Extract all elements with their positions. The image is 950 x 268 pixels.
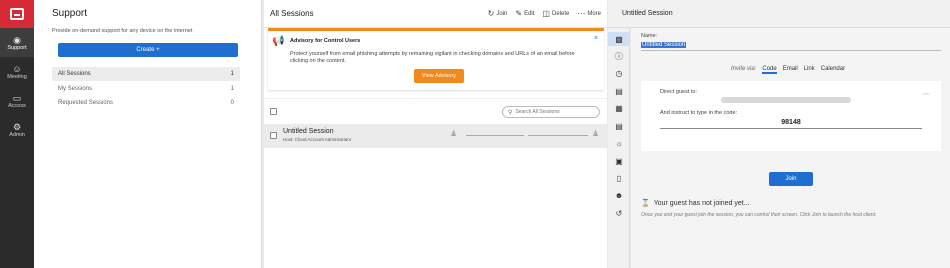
nav-all-sessions[interactable]: All Sessions 1 (52, 67, 240, 81)
headset-icon: ◉ (13, 34, 21, 45)
more-icon[interactable]: ⋯ (923, 91, 929, 98)
session-host: Host: Cloud Account Administrator (283, 137, 352, 142)
monitor-icon: ▭ (12, 92, 22, 103)
guest-status-hint: Once you and your guest join the session… (641, 212, 877, 218)
view-advisory-button[interactable]: View Advisory (414, 69, 464, 83)
tab-code[interactable]: Code (762, 66, 777, 74)
chat-icon[interactable]: ▤ (608, 84, 630, 98)
close-icon[interactable]: × (594, 35, 598, 42)
users-icon[interactable]: ☻ (608, 188, 630, 202)
tool-rail: ▩ ⓘ ◷ ▤ ▦ ▤ ☼ ▣ ▯ ☻ ↺ (608, 28, 630, 268)
create-button[interactable]: Create + (58, 43, 238, 57)
app-logo[interactable] (0, 0, 34, 28)
settings-icon[interactable]: ☼ (608, 136, 630, 150)
clock-icon[interactable]: ◷ (608, 66, 630, 80)
list-header: ⚲ Search All Sessions (264, 98, 607, 124)
rail-item-meeting[interactable]: ☺ Meeting (0, 57, 34, 86)
app-rail: ◉ Support ☺ Meeting ▭ Access ⚙ Admin (0, 0, 34, 268)
people-icon: ☺ (12, 63, 22, 74)
nav-count: 0 (230, 100, 234, 106)
table-row[interactable]: Untitled Session Host: Cloud Account Adm… (264, 124, 607, 148)
sessions-panel: All Sessions ↻ Join ✎ Edit ◫ Delete ⋯ More 📢… (264, 0, 607, 268)
guest-person-icon: ♟ (592, 129, 600, 138)
search-placeholder: Search All Sessions (515, 109, 560, 115)
direct-guest-label: Direct guest to: (660, 89, 697, 95)
delete-action[interactable]: ◫ Delete (542, 9, 569, 18)
pencil-icon: ✎ (515, 9, 523, 18)
rail-item-admin[interactable]: ⚙ Admin (0, 115, 34, 144)
nav-my-sessions[interactable]: My Sessions 1 (52, 82, 240, 96)
advisory-title: Advisory for Control Users (290, 38, 361, 44)
invite-tabs: Invite via: Code Email Link Calendar (731, 66, 851, 74)
instruct-label: And instruct to type in the code: (660, 110, 738, 116)
advisory-text: Protect yourself from email phishing att… (290, 51, 575, 64)
megaphone-icon: 📢 (272, 36, 285, 47)
invite-via-label: Invite via: (731, 66, 757, 72)
tab-link[interactable]: Link (804, 66, 815, 74)
rail-item-support[interactable]: ◉ Support (0, 28, 34, 57)
search-input[interactable]: ⚲ Search All Sessions (502, 106, 600, 118)
gear-icon: ⚙ (12, 121, 22, 132)
rail-item-access[interactable]: ▭ Access (0, 86, 34, 115)
more-action[interactable]: ⋯ More (577, 9, 601, 18)
nav-count: 1 (230, 86, 234, 92)
guest-status: ⌛ Your guest has not joined yet... (641, 200, 750, 207)
invite-tool-icon[interactable]: ▩ (608, 32, 630, 46)
session-name: Untitled Session (283, 128, 334, 135)
document-icon[interactable]: ▤ (608, 119, 630, 133)
trash-icon: ◫ (542, 9, 550, 18)
hourglass-icon: ⌛ (641, 200, 650, 207)
session-detail: Name: Untitled Session Invite via: Code … (631, 28, 950, 268)
page-title: Support (52, 8, 88, 19)
session-code: 98148 (660, 119, 922, 129)
select-all-checkbox[interactable] (270, 108, 277, 115)
search-icon: ⚲ (508, 109, 513, 116)
row-checkbox[interactable] (270, 132, 277, 139)
connection-line (528, 135, 588, 136)
more-icon: ⋯ (577, 9, 586, 18)
support-description: Provide on-demand support for any device… (52, 28, 193, 34)
sessions-title: All Sessions (270, 9, 314, 18)
session-name-field[interactable]: Untitled Session (641, 41, 941, 51)
window-icon[interactable]: ▦ (608, 101, 630, 115)
name-label: Name: (641, 33, 658, 39)
edit-action[interactable]: ✎ Edit (515, 9, 534, 18)
guest-url-redacted (721, 97, 851, 103)
invite-card: Direct guest to: ⋯ And instruct to type … (641, 81, 941, 151)
join-button[interactable]: Join (769, 172, 813, 186)
join-action[interactable]: ↻ Join (488, 9, 508, 18)
detail-header: Untitled Session (608, 0, 950, 28)
history-icon[interactable]: ↺ (608, 206, 630, 220)
advisory-banner: 📢 Advisory for Control Users Protect you… (268, 28, 604, 90)
nav-requested-sessions[interactable]: Requested Sessions 0 (52, 96, 240, 110)
host-person-icon: ♟ (450, 129, 458, 138)
join-icon: ↻ (487, 9, 495, 18)
file-icon[interactable]: ▣ (608, 154, 630, 168)
nav-count: 1 (230, 71, 234, 77)
tab-calendar[interactable]: Calendar (821, 66, 845, 74)
detail-title: Untitled Session (622, 10, 673, 17)
notes-icon[interactable]: ▯ (608, 171, 630, 185)
info-icon[interactable]: ⓘ (608, 49, 630, 63)
tab-email[interactable]: Email (783, 66, 798, 74)
connection-line (466, 135, 524, 136)
sessions-header: All Sessions ↻ Join ✎ Edit ◫ Delete ⋯ More (264, 0, 607, 28)
support-panel: Support Provide on-demand support for an… (34, 0, 262, 268)
